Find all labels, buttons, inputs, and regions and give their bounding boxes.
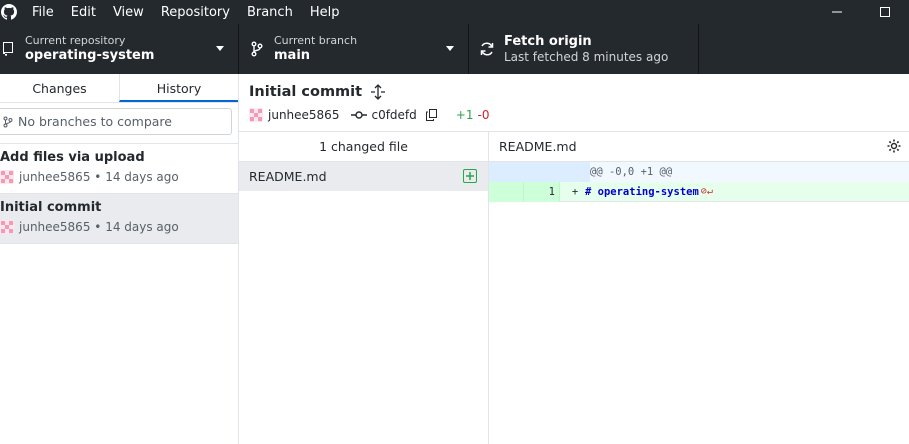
commit-time: 14 days ago (105, 170, 179, 184)
tab-history[interactable]: History (119, 74, 238, 102)
diff-header: README.md (489, 132, 909, 162)
commit-summary-header: Initial commit junhee5865 c0fdefd +1 -0 (239, 74, 909, 132)
commit-time: 14 days ago (105, 220, 179, 234)
file-name: README.md (249, 169, 327, 184)
diff-line-added[interactable]: 1 + # operating-system ⊘↵ (489, 181, 909, 202)
maximize-button[interactable] (861, 0, 909, 24)
commit-title: Initial commit (0, 200, 102, 215)
diff-file-name: README.md (499, 139, 577, 154)
avatar (0, 170, 14, 184)
repo-icon (0, 41, 16, 57)
line-number: 1 (524, 181, 560, 202)
menu-edit[interactable]: Edit (71, 5, 96, 20)
fetch-subtitle: Last fetched 8 minutes ago (504, 50, 669, 64)
file-added-icon (463, 169, 477, 183)
minimize-button[interactable] (813, 0, 861, 24)
commit-sha: c0fdefd (371, 108, 417, 122)
changed-files-pane: 1 changed file README.md (239, 132, 489, 444)
menu-file[interactable]: File (32, 5, 54, 20)
commit-author: junhee5865 (19, 170, 91, 184)
commit-title: Add files via upload (0, 150, 145, 165)
branch-name: main (274, 48, 311, 63)
maximize-icon (880, 7, 890, 17)
repo-label: Current repository (25, 34, 126, 47)
branch-compare-input[interactable]: No branches to compare (0, 108, 232, 135)
commit-author: junhee5865 (268, 108, 340, 122)
current-branch-button[interactable]: Current branch main (239, 24, 469, 74)
additions-count: +1 (455, 108, 474, 122)
sidebar: Changes History No branches to compare A… (0, 74, 239, 444)
current-repository-button[interactable]: Current repository operating-system (0, 24, 239, 74)
branch-icon (3, 116, 13, 127)
commit-author: junhee5865 (19, 220, 91, 234)
diff-hunk-header: @@ -0,0 +1 @@ (489, 162, 909, 182)
compare-placeholder: No branches to compare (18, 114, 172, 129)
avatar (0, 220, 14, 234)
branch-icon (249, 41, 265, 57)
chevron-down-icon (216, 46, 224, 51)
commit-list-item[interactable]: Initial commit junhee5865 • 14 days ago (0, 194, 238, 244)
deletions-count: -0 (477, 108, 490, 122)
window-controls (813, 0, 909, 24)
toolbar: Current repository operating-system Curr… (0, 24, 909, 74)
hunk-text: @@ -0,0 +1 @@ (590, 166, 673, 178)
menu-repository[interactable]: Repository (161, 5, 230, 20)
changed-files-header: 1 changed file (239, 132, 488, 162)
menu-view[interactable]: View (113, 5, 144, 20)
avatar (249, 108, 263, 122)
menu-bar: File Edit View Repository Branch Help (32, 5, 356, 20)
sidebar-tabs: Changes History (0, 74, 238, 103)
title-bar: File Edit View Repository Branch Help (0, 0, 909, 24)
gear-icon[interactable] (886, 138, 902, 154)
no-newline-icon: ⊘↵ (700, 186, 713, 197)
commit-list-item[interactable]: Add files via upload junhee5865 • 14 day… (0, 144, 238, 194)
menu-branch[interactable]: Branch (247, 5, 293, 20)
minimize-icon (832, 11, 842, 13)
menu-help[interactable]: Help (310, 5, 340, 20)
github-logo-icon (0, 3, 18, 21)
diff-code: # operating-system (585, 185, 699, 198)
copy-icon[interactable] (425, 109, 437, 121)
diff-sign: + (571, 185, 579, 198)
commit-list: Add files via upload junhee5865 • 14 day… (0, 143, 238, 244)
tab-changes[interactable]: Changes (0, 74, 119, 102)
sync-icon (479, 41, 495, 57)
chevron-down-icon (446, 46, 454, 51)
fetch-title: Fetch origin (504, 34, 592, 49)
commit-summary-title: Initial commit (249, 84, 363, 100)
expand-icon[interactable] (370, 84, 386, 100)
branch-label: Current branch (274, 34, 358, 47)
fetch-origin-button[interactable]: Fetch origin Last fetched 8 minutes ago (469, 24, 699, 74)
file-list-item[interactable]: README.md (239, 162, 488, 191)
commit-icon (351, 111, 368, 119)
repo-name: operating-system (25, 48, 155, 63)
diff-pane: README.md @@ -0,0 +1 @@ 1 + # operating-… (489, 132, 909, 444)
